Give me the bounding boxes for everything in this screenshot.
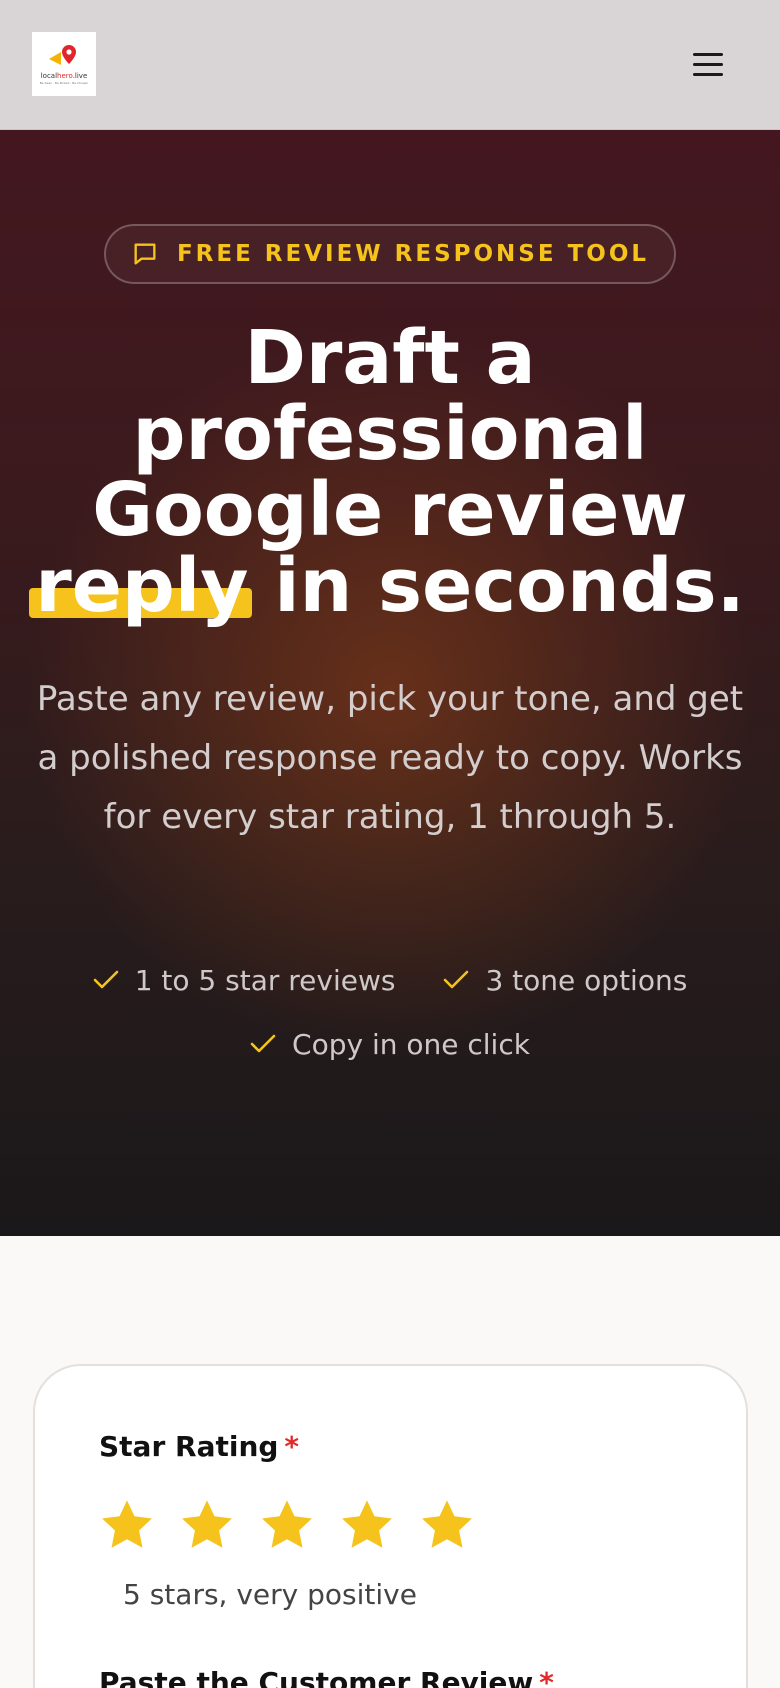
map-pin-logo-icon [49,45,76,65]
star-icon[interactable] [177,1496,237,1554]
hamburger-menu-icon[interactable] [686,44,730,84]
review-input-label: Paste the Customer Review * [99,1666,554,1688]
check-icon [93,970,119,989]
star-rating-label: Star Rating * [99,1430,300,1463]
star-icon[interactable] [97,1496,157,1554]
tool-badge: FREE REVIEW RESPONSE TOOL [104,224,676,284]
feature-item: Copy in one click [250,1024,530,1064]
logo-tagline: Be Seen . Be Picked . Be Chosen [39,81,89,85]
hero-description: Paste any review, pick your tone, and ge… [36,679,744,837]
required-mark: * [539,1666,554,1688]
feature-item: 3 tone options [443,960,687,1000]
required-mark: * [284,1430,300,1463]
star-icon[interactable] [337,1496,397,1554]
headline-part-2: in seconds. [274,543,745,629]
page-title: Draft a professional Google review reply… [20,320,760,624]
chat-bubble-icon [134,243,156,265]
site-logo[interactable]: localhero.live Be Seen . Be Picked . Be … [32,32,96,96]
check-icon [444,970,469,989]
star-rating-input [97,1496,477,1554]
feature-list: 1 to 5 star reviews 3 tone options Copy … [0,960,780,1064]
star-icon[interactable] [417,1496,477,1554]
logo-wordmark: localhero.live [40,72,88,80]
check-icon [250,1034,276,1053]
review-form-card: Star Rating * 5 stars, very positive Past… [33,1364,748,1688]
feature-label: 3 tone options [485,963,688,997]
site-header: localhero.live Be Seen . Be Picked . Be … [0,0,780,130]
rating-description: 5 stars, very positive [123,1578,417,1611]
headline-highlight: reply [29,543,253,629]
headline-part-1: Draft a professional Google review [92,315,688,553]
feature-item: 1 to 5 star reviews [93,960,396,1000]
badge-label: FREE REVIEW RESPONSE TOOL [176,241,650,267]
star-icon[interactable] [257,1496,317,1554]
feature-label: Copy in one click [292,1027,530,1061]
hero-section: FREE REVIEW RESPONSE TOOL Draft a profes… [0,130,780,1236]
feature-label: 1 to 5 star reviews [134,963,396,997]
